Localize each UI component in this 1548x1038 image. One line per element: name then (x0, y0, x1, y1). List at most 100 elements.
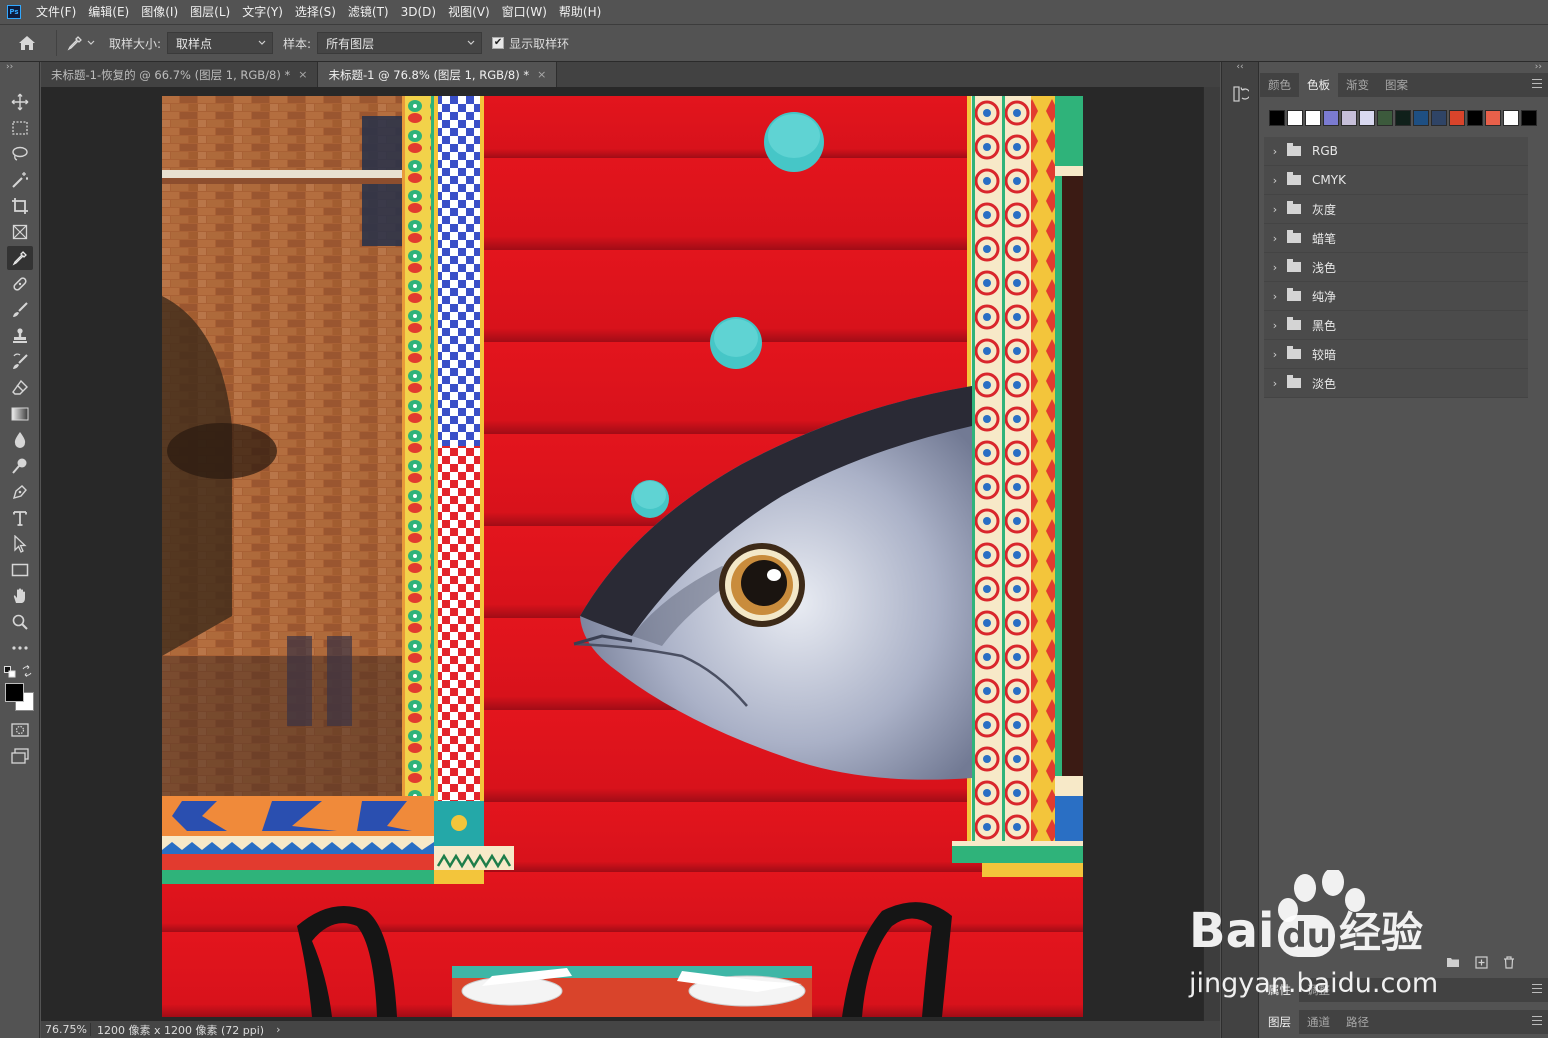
menu-layer[interactable]: 图层(L) (184, 0, 236, 24)
swatch-group[interactable]: › 纯净 (1264, 282, 1528, 311)
tab-swatches[interactable]: 色板 (1299, 73, 1338, 97)
swatch[interactable] (1395, 110, 1411, 126)
checkmark-icon: ✔ (493, 37, 503, 48)
dodge-tool[interactable] (7, 454, 33, 478)
swatch[interactable] (1359, 110, 1375, 126)
swatch[interactable] (1413, 110, 1429, 126)
document-tab[interactable]: 未标题-1-恢复的 @ 66.7% (图层 1, RGB/8) * × (41, 62, 319, 87)
lasso-tool[interactable] (7, 142, 33, 166)
tab-channels[interactable]: 通道 (1299, 1010, 1338, 1034)
swatch-group[interactable]: › 灰度 (1264, 195, 1528, 224)
more-tools-button[interactable] (7, 636, 33, 660)
pen-tool[interactable] (7, 480, 33, 504)
screen-mode-button[interactable] (7, 744, 33, 768)
menu-filter[interactable]: 滤镜(T) (342, 0, 395, 24)
canvas-image (162, 96, 1083, 1017)
marquee-tool[interactable] (7, 116, 33, 140)
status-menu-arrow[interactable]: › (276, 1023, 280, 1036)
panel-menu-icon[interactable] (1532, 1016, 1542, 1025)
tab-layers[interactable]: 图层 (1260, 1010, 1299, 1034)
swatch[interactable] (1503, 110, 1519, 126)
swatch[interactable] (1521, 110, 1537, 126)
crop-tool[interactable] (7, 194, 33, 218)
menu-help[interactable]: 帮助(H) (553, 0, 607, 24)
home-button[interactable] (14, 30, 40, 56)
swatch[interactable] (1377, 110, 1393, 126)
document-canvas[interactable] (162, 96, 1083, 1017)
document-tab-active[interactable]: 未标题-1 @ 76.8% (图层 1, RGB/8) * × (318, 62, 558, 87)
default-colors-icon[interactable] (4, 666, 16, 678)
tab-gradients[interactable]: 渐变 (1338, 73, 1377, 97)
menu-file[interactable]: 文件(F) (30, 0, 82, 24)
hand-tool[interactable] (7, 584, 33, 608)
new-group-button[interactable] (1446, 955, 1460, 969)
close-icon[interactable]: × (298, 68, 307, 81)
swatch[interactable] (1485, 110, 1501, 126)
healing-brush-tool[interactable] (7, 272, 33, 296)
magic-wand-tool[interactable] (7, 168, 33, 192)
sample-select[interactable]: 所有图层 (317, 32, 483, 54)
tab-properties[interactable]: 属性 (1260, 978, 1299, 1002)
expand-panels-icon[interactable]: ‹‹ (1222, 62, 1258, 73)
swatch-group[interactable]: › 浅色 (1264, 253, 1528, 282)
swatch-group[interactable]: › 淡色 (1264, 369, 1528, 398)
tab-patterns[interactable]: 图案 (1377, 73, 1416, 97)
type-tool[interactable] (7, 506, 33, 530)
panel-menu-icon[interactable] (1532, 984, 1542, 993)
menu-window[interactable]: 窗口(W) (496, 0, 553, 24)
tab-paths[interactable]: 路径 (1338, 1010, 1377, 1034)
delete-swatch-button[interactable] (1502, 955, 1516, 969)
path-selection-tool[interactable] (7, 532, 33, 556)
menu-select[interactable]: 选择(S) (289, 0, 342, 24)
swatch[interactable] (1341, 110, 1357, 126)
swatch[interactable] (1323, 110, 1339, 126)
blur-tool[interactable] (7, 428, 33, 452)
swatch-group[interactable]: › 蜡笔 (1264, 224, 1528, 253)
zoom-level[interactable]: 76.75% (41, 1023, 91, 1036)
frame-tool[interactable] (7, 220, 33, 244)
menu-view[interactable]: 视图(V) (442, 0, 496, 24)
tab-color[interactable]: 颜色 (1260, 73, 1299, 97)
zoom-tool[interactable] (7, 610, 33, 634)
swatch-group[interactable]: › RGB (1264, 137, 1528, 166)
swatch[interactable] (1467, 110, 1483, 126)
eyedropper-tool[interactable] (7, 246, 33, 270)
rectangle-tool[interactable] (7, 558, 33, 582)
canvas-area[interactable] (41, 87, 1203, 1021)
history-panel-button[interactable] (1233, 86, 1251, 102)
swatch-group[interactable]: › CMYK (1264, 166, 1528, 195)
close-icon[interactable]: × (537, 68, 546, 81)
menu-type[interactable]: 文字(Y) (236, 0, 289, 24)
brush-tool[interactable] (7, 298, 33, 322)
foreground-color-swatch[interactable] (5, 683, 24, 702)
menu-3d[interactable]: 3D(D) (395, 0, 442, 24)
show-ring-checkbox[interactable]: ✔ (492, 37, 505, 49)
gradient-tool[interactable] (7, 402, 33, 426)
move-tool[interactable] (7, 90, 33, 114)
tool-preset-picker[interactable] (67, 35, 95, 51)
swatch[interactable] (1305, 110, 1321, 126)
quick-mask-button[interactable] (7, 718, 33, 742)
swatch[interactable] (1449, 110, 1465, 126)
tab-adjustments[interactable]: 调整 (1299, 978, 1338, 1002)
vertical-scrollbar[interactable] (1203, 87, 1220, 1021)
collapse-icon[interactable]: ›› (0, 62, 39, 86)
chevron-right-icon: › (1272, 318, 1278, 332)
panel-menu-icon[interactable] (1532, 79, 1542, 88)
swatch[interactable] (1431, 110, 1447, 126)
swatch[interactable] (1287, 110, 1303, 126)
history-brush-tool[interactable] (7, 350, 33, 374)
sample-size-select[interactable]: 取样点 (167, 32, 274, 54)
options-bar: 取样大小: 取样点 样本: 所有图层 ✔ 显示取样环 (0, 24, 1548, 62)
swatch-group[interactable]: › 黑色 (1264, 311, 1528, 340)
swap-colors-icon[interactable] (21, 665, 33, 677)
collapse-icon[interactable]: ›› (1260, 62, 1548, 73)
swatch-group[interactable]: › 较暗 (1264, 340, 1528, 369)
collapsed-panel-strip: ‹‹ (1221, 62, 1259, 1038)
menu-edit[interactable]: 编辑(E) (82, 0, 135, 24)
new-swatch-button[interactable] (1474, 955, 1488, 969)
eraser-tool[interactable] (7, 376, 33, 400)
swatch[interactable] (1269, 110, 1285, 126)
stamp-tool[interactable] (7, 324, 33, 348)
menu-image[interactable]: 图像(I) (135, 0, 184, 24)
